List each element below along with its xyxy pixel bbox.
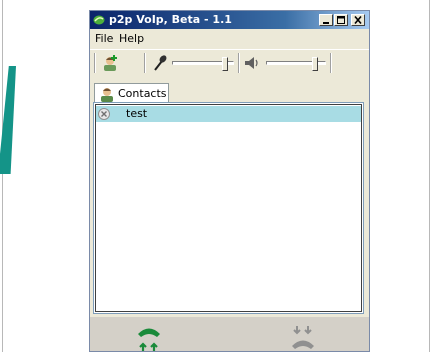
contact-row[interactable]: test: [96, 106, 361, 122]
tab-strip: Contacts: [90, 81, 369, 103]
microphone-icon: [154, 55, 167, 71]
speaker-volume-slider[interactable]: [266, 57, 326, 71]
maximize-icon: [337, 16, 345, 24]
app-window: p2p VoIp, Beta - 1.1 File Help Contacts …: [89, 10, 370, 352]
close-icon: [354, 16, 362, 24]
toolbar: [90, 49, 369, 76]
menu-help[interactable]: Help: [119, 32, 144, 45]
tab-contacts[interactable]: Contacts: [94, 83, 169, 103]
add-contact-icon: [104, 55, 117, 71]
phone-call-icon: [138, 328, 160, 351]
menu-file[interactable]: File: [95, 32, 113, 45]
offline-status-icon: [98, 108, 110, 120]
speaker-slider-thumb[interactable]: [312, 57, 318, 71]
speaker-icon: [245, 57, 258, 69]
toolbar-separator: [144, 53, 146, 73]
title-bar[interactable]: p2p VoIp, Beta - 1.1: [90, 11, 369, 29]
background-frame-right: [429, 0, 430, 352]
menu-bar: File Help: [90, 29, 369, 48]
toolbar-separator: [94, 53, 96, 73]
call-button[interactable]: [132, 324, 166, 351]
toolbar-separator: [238, 53, 240, 73]
window-title: p2p VoIp, Beta - 1.1: [109, 13, 232, 26]
close-button[interactable]: [351, 14, 365, 26]
add-contact-button[interactable]: [100, 53, 120, 73]
phone-hangup-icon: [292, 326, 314, 349]
contact-name: test: [126, 107, 148, 120]
contact-list[interactable]: test: [93, 102, 364, 314]
toolbar-separator: [330, 53, 332, 73]
app-logo-icon: [93, 15, 105, 25]
tab-contacts-label: Contacts: [118, 87, 167, 100]
minimize-button[interactable]: [319, 14, 333, 26]
minimize-icon: [323, 22, 329, 24]
contacts-icon: [101, 88, 113, 102]
background-frame-left: [2, 0, 3, 352]
hangup-button[interactable]: [286, 324, 320, 351]
microphone-volume-slider[interactable]: [172, 57, 234, 71]
call-bar: [90, 317, 369, 351]
microphone-slider-thumb[interactable]: [222, 57, 228, 71]
maximize-button[interactable]: [334, 14, 348, 26]
